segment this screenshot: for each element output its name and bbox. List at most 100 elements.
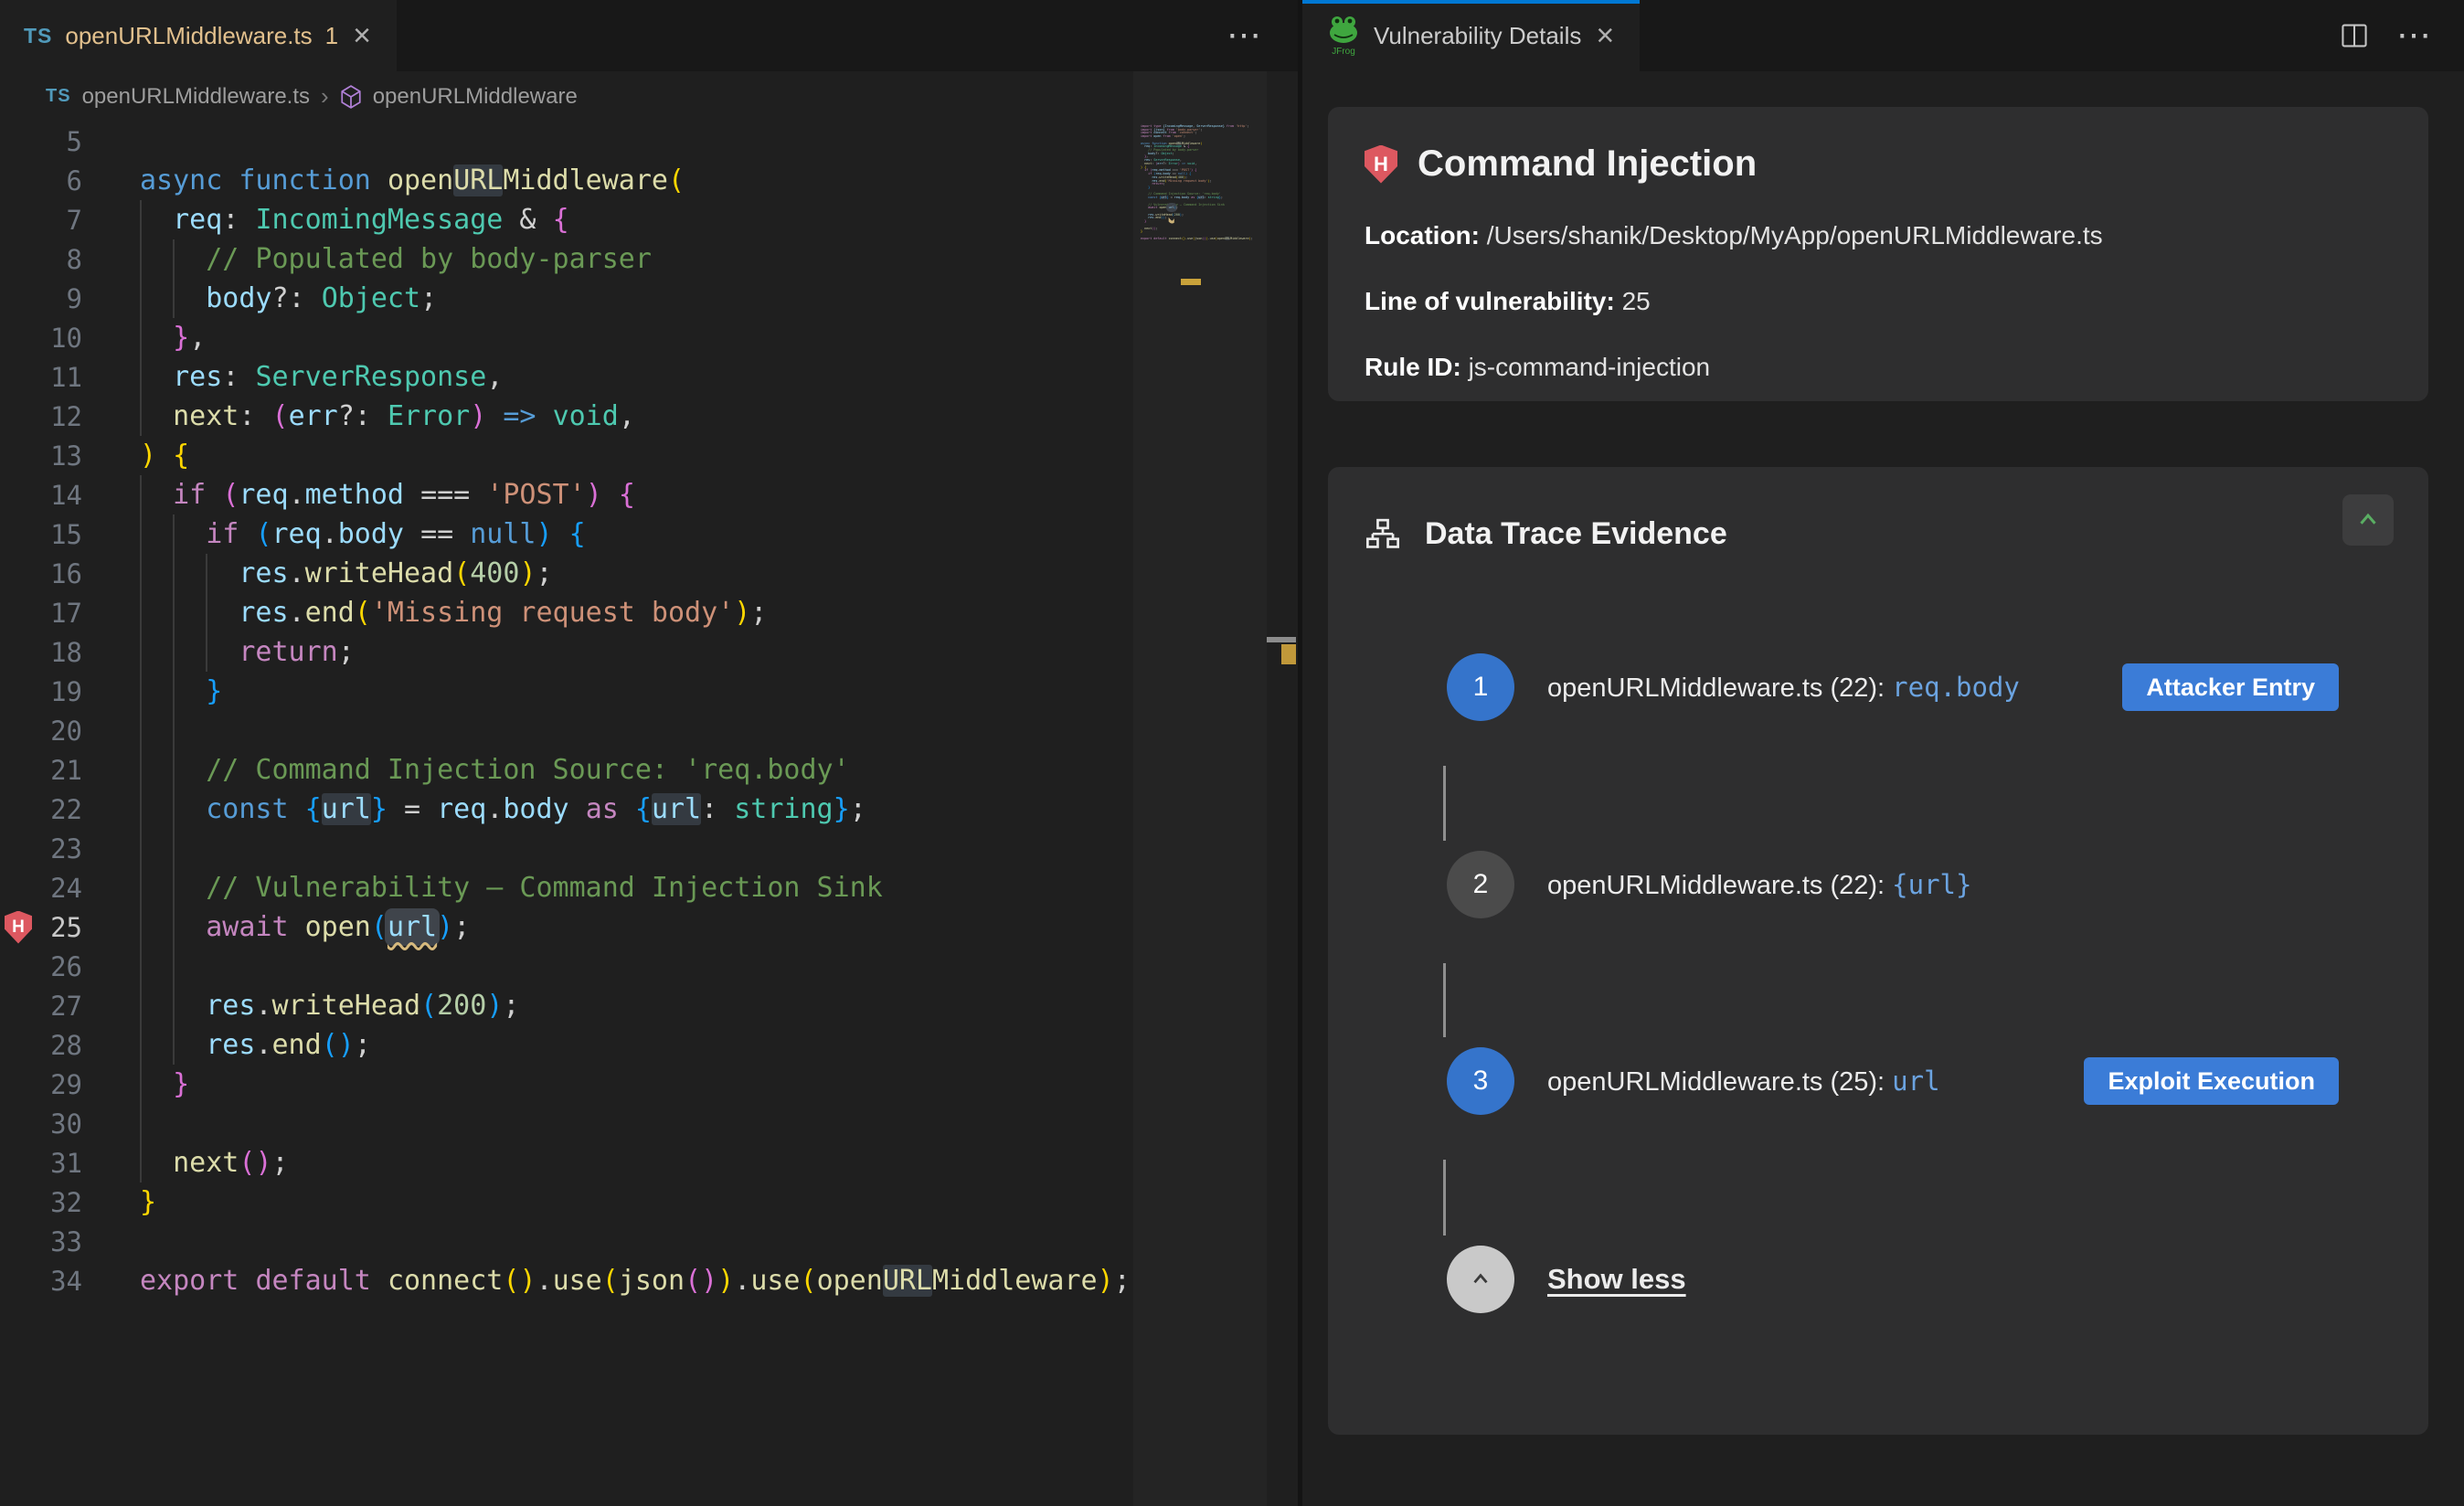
code-line[interactable]: 23 (0, 829, 1133, 868)
code-line[interactable]: 26 (0, 947, 1133, 986)
jfrog-frog-icon: JFrog (1326, 15, 1361, 57)
line-number: 33 (37, 1226, 82, 1257)
code-line[interactable]: 33 (0, 1222, 1133, 1261)
line-number: 23 (37, 833, 82, 864)
line-number: 32 (37, 1187, 82, 1218)
line-number: 11 (37, 362, 82, 393)
code-line[interactable]: 9 body?: Object; (0, 279, 1133, 318)
line-number: 24 (37, 873, 82, 904)
code-lines: 56async function openURLMiddleware(7 req… (0, 122, 1133, 1300)
line-number: 8 (37, 244, 82, 275)
code-line[interactable]: 28 res.end(); (0, 1025, 1133, 1065)
line-number: 30 (37, 1108, 82, 1140)
typescript-file-icon: TS (46, 86, 71, 107)
collapse-section-button[interactable] (2342, 494, 2394, 546)
symbol-module-icon (340, 85, 362, 109)
tab-openurlmiddleware[interactable]: TS openURLMiddleware.ts 1 × (0, 0, 397, 71)
trace-step-number: 3 (1447, 1047, 1514, 1115)
line-number: 26 (37, 951, 82, 982)
vulnerability-panel-group: JFrog Vulnerability Details × ⋯ H Comman… (1302, 0, 2464, 1506)
code-line[interactable]: 7 req: IncomingMessage & { (0, 200, 1133, 239)
breadcrumb-file[interactable]: openURLMiddleware.ts (82, 84, 310, 110)
vulnerability-rule-id: Rule ID: js-command-injection (1365, 353, 2392, 382)
code-line[interactable]: 34export default connect().use(json()).u… (0, 1261, 1133, 1300)
collapse-steps-button[interactable] (1447, 1246, 1514, 1313)
trace-step-code: {url} (1892, 869, 1971, 900)
close-icon[interactable]: × (1594, 20, 1616, 51)
breadcrumb-symbol[interactable]: openURLMiddleware (373, 84, 578, 110)
code-line[interactable]: 19 } (0, 672, 1133, 711)
show-less-row[interactable]: Show less (1365, 1245, 2392, 1314)
split-editor-icon[interactable] (2340, 21, 2369, 50)
show-less-link[interactable]: Show less (1547, 1263, 1686, 1296)
editor-tabstrip: TS openURLMiddleware.ts 1 × ⋯ (0, 0, 1298, 71)
code-line[interactable]: 29 } (0, 1065, 1133, 1104)
editor-group: TS openURLMiddleware.ts 1 × ⋯ TS openURL… (0, 0, 1298, 1506)
code-line[interactable]: 32} (0, 1183, 1133, 1222)
vulnerability-title: Command Injection (1418, 143, 1757, 185)
panel-more-actions-icon[interactable]: ⋯ (2396, 18, 2431, 53)
code-editor[interactable]: 56async function openURLMiddleware(7 req… (0, 122, 1133, 1506)
line-number: 27 (37, 991, 82, 1022)
tab-modified-badge: 1 (325, 22, 338, 50)
org-chart-icon (1365, 517, 1401, 552)
code-line[interactable]: 31 next(); (0, 1143, 1133, 1183)
code-line[interactable]: 17 res.end('Missing request body'); (0, 593, 1133, 632)
code-line[interactable]: 6async function openURLMiddleware( (0, 161, 1133, 200)
chevron-up-icon (2354, 506, 2382, 534)
overview-ruler[interactable] (1267, 71, 1298, 1506)
vulnerability-location: Location: /Users/shanik/Desktop/MyApp/op… (1365, 221, 2392, 250)
code-line[interactable]: 16 res.writeHead(400); (0, 554, 1133, 593)
code-line[interactable]: 22 const {url} = req.body as {url: strin… (0, 790, 1133, 829)
trace-step-tag-button[interactable]: Exploit Execution (2084, 1057, 2339, 1105)
line-number: 34 (37, 1266, 82, 1297)
vulnerability-line: Line of vulnerability: 25 (1365, 287, 2392, 316)
trace-step[interactable]: 3openURLMiddleware.ts (25): urlExploit E… (1365, 1046, 2392, 1116)
trace-title: Data Trace Evidence (1425, 516, 1727, 552)
minimap-code: import type {IncomingMessage, ServerResp… (1141, 125, 1253, 240)
line-number: 14 (37, 480, 82, 511)
trace-connector-line (1443, 1160, 1446, 1236)
line-number: 28 (37, 1030, 82, 1061)
panel-body: H Command Injection Location: /Users/sha… (1302, 71, 2464, 1506)
minimap[interactable]: import type {IncomingMessage, ServerResp… (1133, 71, 1267, 1506)
code-line[interactable]: 30 (0, 1104, 1133, 1143)
line-number: 20 (37, 716, 82, 747)
line-number: 18 (37, 637, 82, 668)
overview-ruler-modified-marker (1281, 644, 1296, 664)
svg-text:JFrog: JFrog (1332, 47, 1355, 57)
code-line[interactable]: 14 if (req.method === 'POST') { (0, 475, 1133, 514)
panel-tab-label: Vulnerability Details (1374, 22, 1581, 50)
trace-step-code: url (1892, 1066, 1939, 1097)
chevron-up-icon (1469, 1267, 1492, 1291)
code-line[interactable]: H25 await open(url); (0, 907, 1133, 947)
gutter-vulnerability-shield-icon[interactable]: H (5, 911, 32, 944)
code-line[interactable]: 21 // Command Injection Source: 'req.bod… (0, 750, 1133, 790)
editor-more-actions-icon[interactable]: ⋯ (1227, 18, 1261, 53)
code-line[interactable]: 10 }, (0, 318, 1133, 357)
line-number: 9 (37, 283, 82, 314)
tab-vulnerability-details[interactable]: JFrog Vulnerability Details × (1302, 0, 1640, 71)
code-line[interactable]: 15 if (req.body == null) { (0, 514, 1133, 554)
trace-connector-line (1443, 963, 1446, 1037)
code-line[interactable]: 11 res: ServerResponse, (0, 357, 1133, 397)
trace-step[interactable]: 1openURLMiddleware.ts (22): req.bodyAtta… (1365, 652, 2392, 722)
severity-high-shield-icon: H (1365, 145, 1397, 184)
close-icon[interactable]: × (351, 20, 373, 51)
code-line[interactable]: 24 // Vulnerability – Command Injection … (0, 868, 1133, 907)
trace-step[interactable]: 2openURLMiddleware.ts (22): {url} (1365, 850, 2392, 919)
code-line[interactable]: 13) { (0, 436, 1133, 475)
trace-step-location: openURLMiddleware.ts (22): req.body (1547, 672, 2020, 704)
tab-label: openURLMiddleware.ts (65, 22, 312, 50)
code-line[interactable]: 5 (0, 122, 1133, 161)
line-number: 6 (37, 165, 82, 196)
code-line[interactable]: 27 res.writeHead(200); (0, 986, 1133, 1025)
code-line[interactable]: 8 // Populated by body-parser (0, 239, 1133, 279)
trace-step-tag-button[interactable]: Attacker Entry (2122, 663, 2339, 711)
code-line[interactable]: 12 next: (err?: Error) => void, (0, 397, 1133, 436)
minimap-vulnerability-marker (1181, 279, 1201, 285)
code-line[interactable]: 18 return; (0, 632, 1133, 672)
line-number: 7 (37, 205, 82, 236)
trace-connector-line (1443, 766, 1446, 841)
code-line[interactable]: 20 (0, 711, 1133, 750)
